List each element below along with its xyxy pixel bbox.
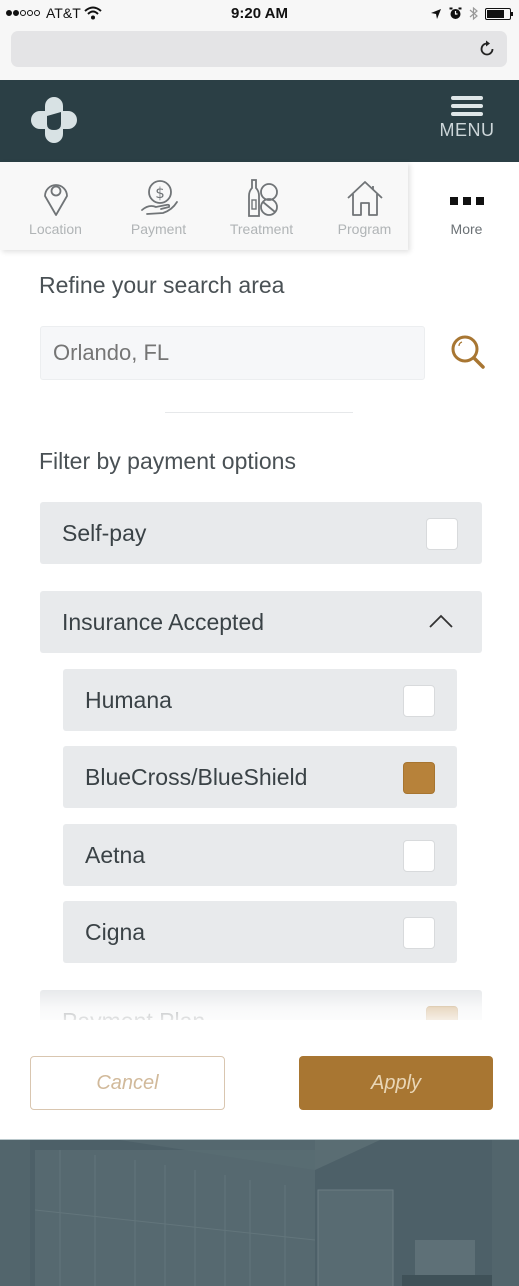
apply-button[interactable]: Apply [299,1056,493,1110]
filter-label: Humana [85,686,172,713]
location-arrow-icon [431,8,441,19]
tab-program[interactable]: Program [313,162,416,250]
tab-label: Payment [130,221,187,237]
hand-dollar-icon: $ [140,180,178,215]
tab-label: More [450,221,483,237]
section-divider [165,412,353,413]
room-photo [0,1140,519,1286]
tab-label: Treatment [229,221,294,237]
site-header: MENU [0,80,519,162]
bottle-pill-icon [247,179,278,217]
alarm-icon [449,7,462,19]
tab-payment[interactable]: $ Payment [107,162,210,250]
insurance-option-humana[interactable]: Humana [63,669,457,731]
tab-treatment[interactable]: Treatment [210,162,313,250]
filter-label: Self-pay [62,519,147,546]
hero-image [0,1139,519,1286]
status-right [430,6,513,21]
humana-checkbox[interactable] [403,685,435,717]
hamburger-icon [451,96,483,116]
tab-location[interactable]: Location [4,162,107,250]
insurance-option-aetna[interactable]: Aetna [63,824,457,886]
svg-text:$: $ [155,184,165,202]
filter-label: Aetna [85,841,146,868]
filter-label: Insurance Accepted [62,608,265,635]
filter-section-title: Filter by payment options [39,448,296,474]
cross-logo-icon[interactable] [30,96,78,144]
menu-button[interactable]: MENU [439,96,495,148]
cancel-button[interactable]: Cancel [30,1056,225,1110]
menu-label: MENU [439,120,495,140]
filter-tabs: Location $ Payment Treatment Program Mor… [0,162,519,252]
bluecross-blueshield-checkbox[interactable] [403,762,435,794]
battery-icon [485,7,513,20]
insurance-option-cigna[interactable]: Cigna [63,901,457,963]
status-bar: AT&T 9:20 AM [0,0,519,28]
aetna-checkbox[interactable] [403,840,435,872]
self-pay-checkbox[interactable] [426,518,458,550]
search-icon[interactable] [448,333,488,373]
reload-icon[interactable] [477,39,497,59]
tab-more[interactable]: More [415,162,518,250]
browser-toolbar [0,28,519,80]
search-section-title: Refine your search area [39,272,285,298]
house-icon [346,181,383,216]
location-search-input[interactable] [40,326,425,380]
cigna-checkbox[interactable] [403,917,435,949]
filter-label: Cigna [85,918,146,945]
tab-label: Location [29,221,82,237]
url-bar[interactable] [11,31,507,67]
map-pin-icon [43,184,68,216]
filter-row-insurance-accepted[interactable]: Insurance Accepted [40,591,482,653]
filter-label: BlueCross/BlueShield [85,763,308,790]
tab-label: Program [337,221,392,237]
insurance-option-bluecross-blueshield[interactable]: BlueCross/BlueShield [63,746,457,808]
filter-row-self-pay[interactable]: Self-pay [40,502,482,564]
bluetooth-icon [469,6,478,21]
chevron-up-icon[interactable] [428,613,454,629]
more-dots-icon [449,197,484,205]
